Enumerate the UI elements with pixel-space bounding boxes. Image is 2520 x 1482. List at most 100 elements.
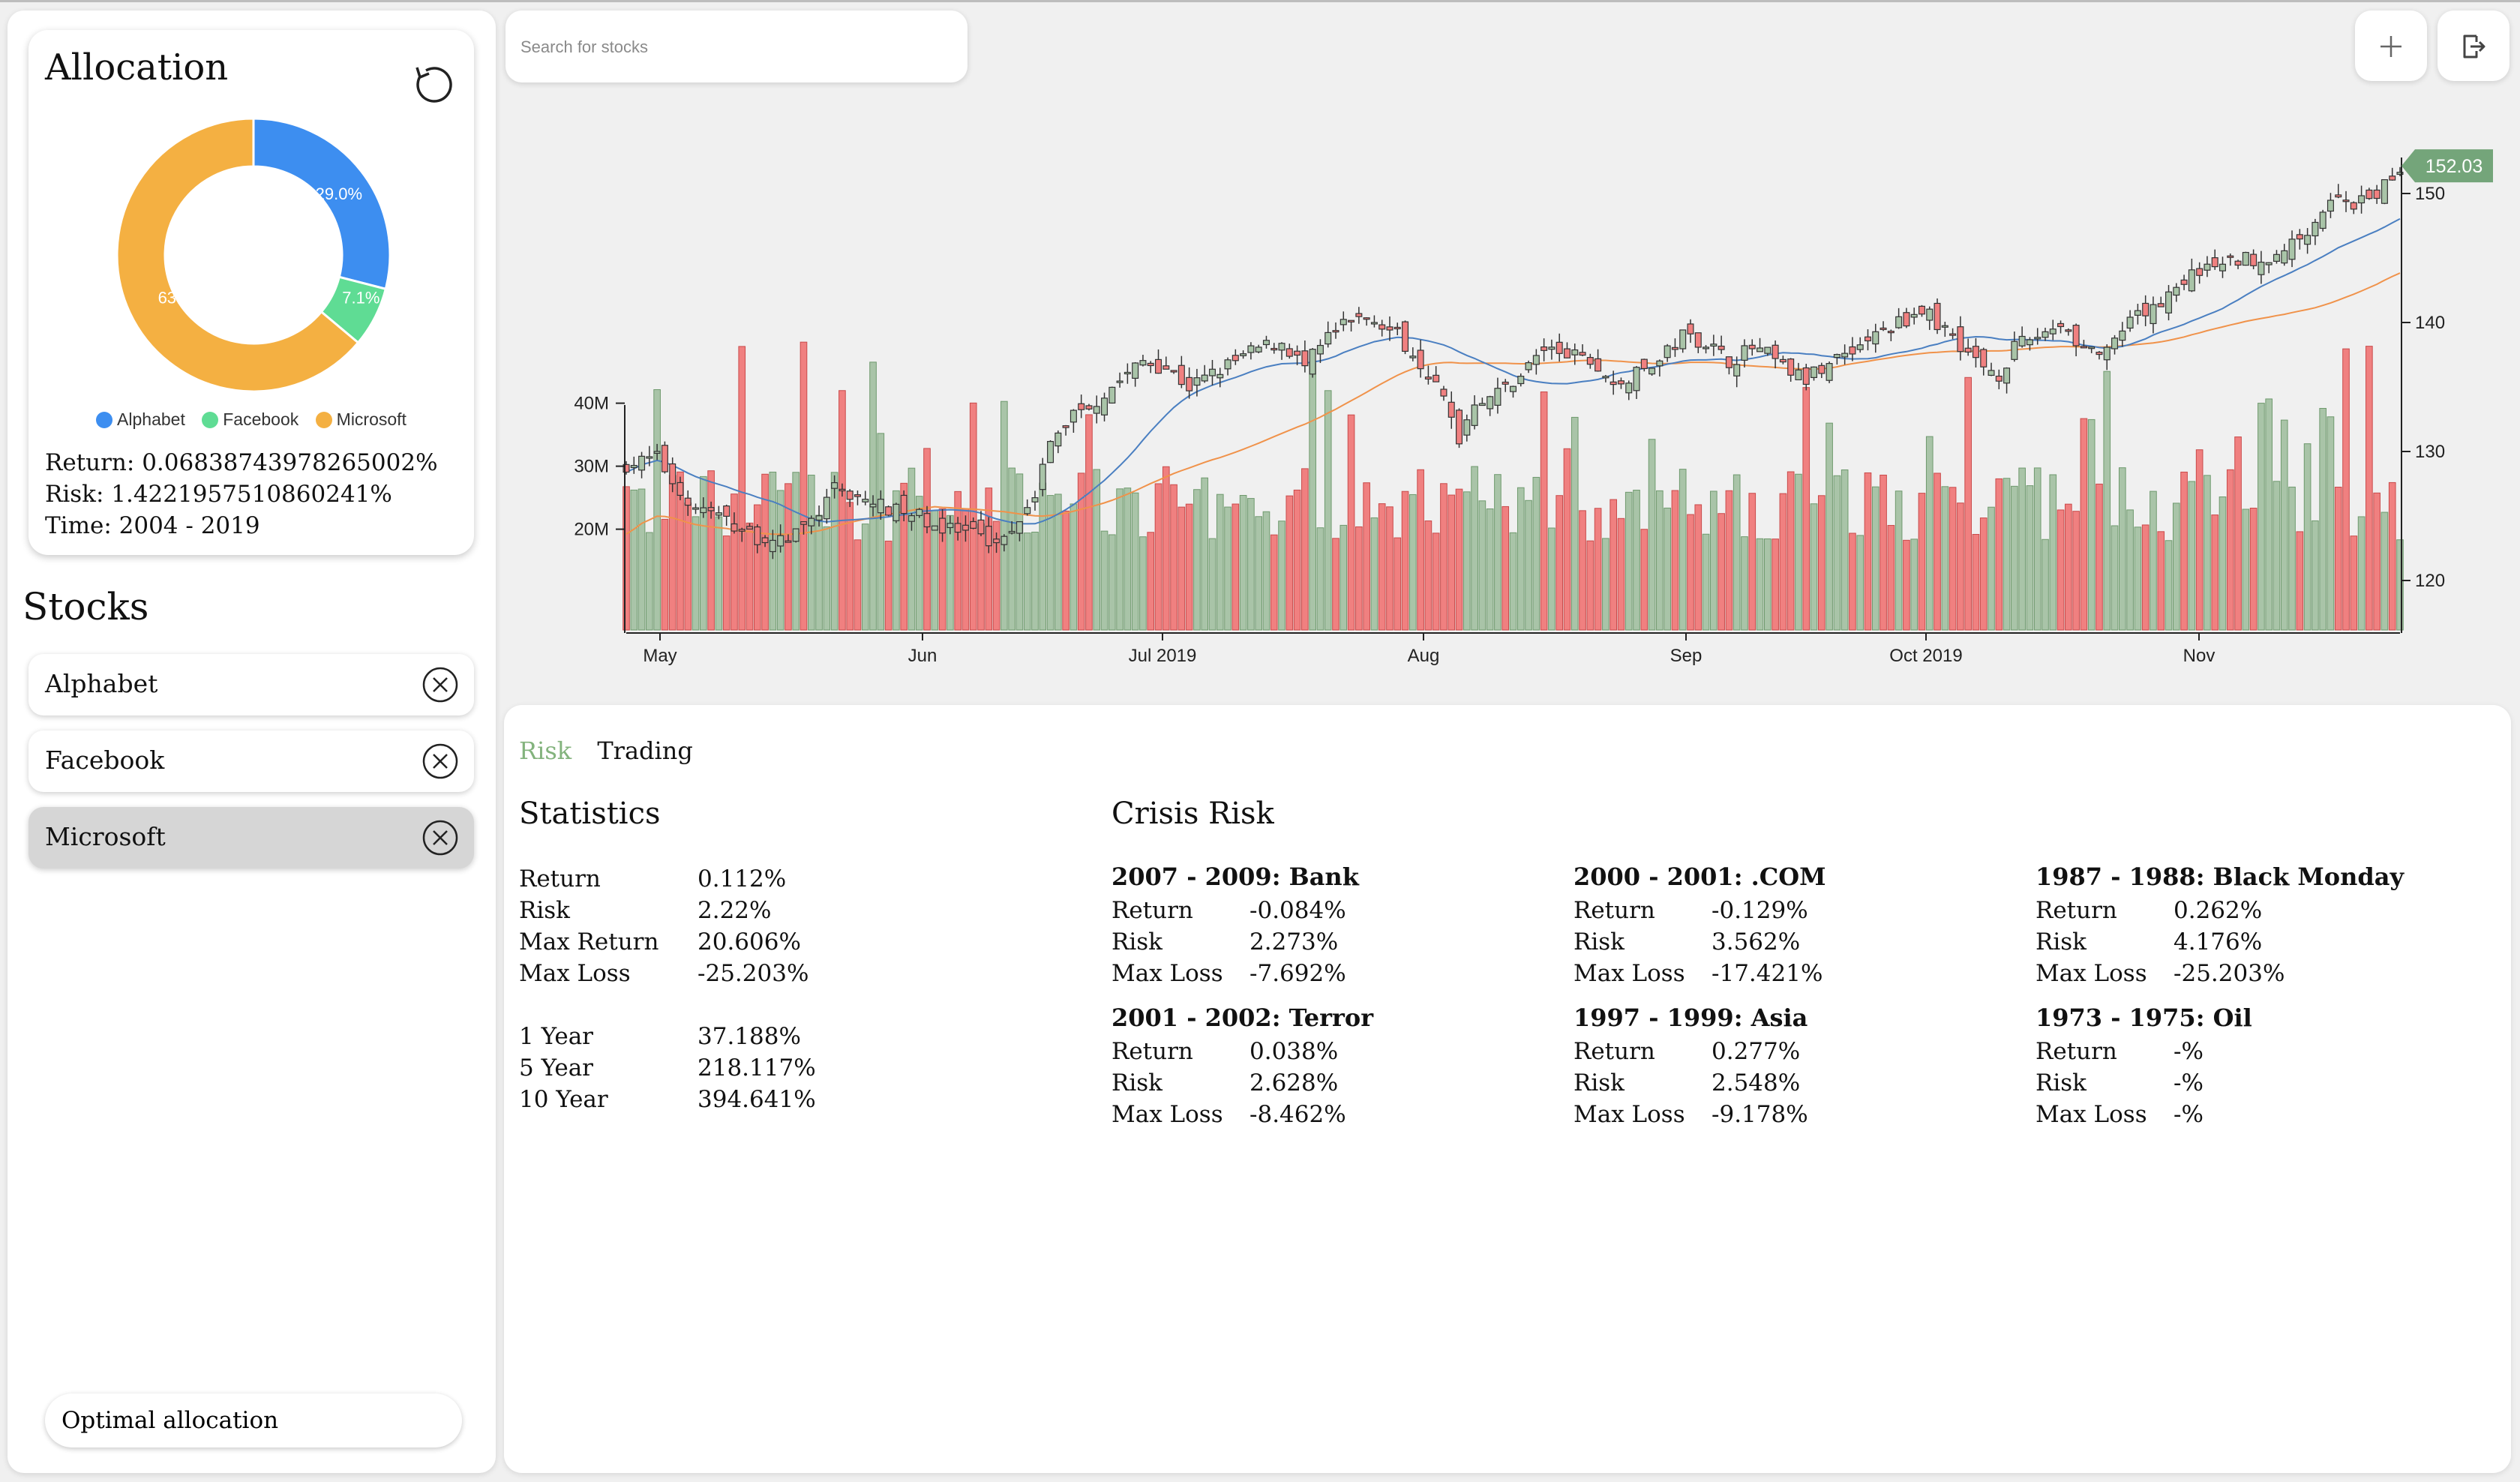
crisis-label: Risk [2036, 928, 2086, 956]
candle-body [985, 526, 992, 547]
volume-bar [2096, 483, 2103, 631]
candle-body [1502, 381, 1509, 385]
candle-body [684, 497, 692, 506]
volume-bar [2011, 485, 2018, 631]
candle-body [1008, 530, 1016, 534]
crisis-value: -7.692% [1250, 960, 1346, 987]
volume-bar [884, 540, 892, 631]
add-button[interactable] [2355, 10, 2427, 81]
stat-label: Max Loss [519, 960, 631, 987]
candle-body [1594, 358, 1602, 372]
candle-body [2250, 254, 2258, 266]
donut-slice-alphabet[interactable] [252, 117, 392, 291]
volume-bar [1016, 473, 1024, 631]
volume-bar [1826, 422, 1833, 631]
volume-bar [1602, 538, 1610, 631]
stock-item-facebook[interactable]: Facebook [28, 730, 474, 792]
refresh-icon[interactable] [410, 62, 458, 110]
legend-item-facebook: Facebook [202, 410, 298, 430]
volume-bar [1100, 530, 1108, 631]
volume-bar [1124, 488, 1132, 631]
candle-body [1232, 355, 1239, 362]
volume-bar [2042, 538, 2049, 631]
candle-body [1240, 353, 1247, 356]
candle-body [1340, 319, 1347, 326]
crisis-label: Return [1574, 897, 1655, 924]
crisis-value: 2.628% [1250, 1070, 1339, 1096]
crisis-value: 3.562% [1712, 928, 1801, 956]
candle-body [1132, 362, 1139, 379]
search-input[interactable] [519, 32, 942, 63]
candle-body [1078, 403, 1085, 410]
candle-body [1363, 317, 1370, 320]
stock-item-microsoft[interactable]: Microsoft [28, 807, 474, 868]
remove-stock-icon[interactable] [422, 666, 459, 704]
logout-icon [2463, 34, 2486, 58]
volume-bar [877, 433, 885, 631]
candle-body [1186, 376, 1193, 392]
candle-body [2265, 262, 2272, 266]
volume-bar [2366, 346, 2373, 631]
volume-bar [1070, 503, 1078, 631]
candle-body [2380, 178, 2388, 204]
crisis-title: 1997 - 1999: Asia [1574, 1004, 1808, 1032]
volume-bar [2357, 516, 2366, 631]
candle-body [1671, 346, 1678, 350]
volume-bar [1301, 468, 1309, 631]
tab-trading[interactable]: Trading [597, 736, 693, 765]
candle-body [1402, 321, 1409, 352]
remove-stock-icon[interactable] [422, 819, 459, 856]
volume-bar [1478, 500, 1486, 631]
x-tick-label: Sep [1670, 646, 1702, 666]
volume-bar [1270, 534, 1278, 631]
crisis-label: Max Loss [2036, 1101, 2147, 1128]
candle-body [1586, 357, 1594, 365]
volume-bar [1810, 503, 1818, 631]
logout-button[interactable] [2438, 10, 2510, 81]
volume-bar [1363, 482, 1370, 631]
candle-body [761, 537, 769, 544]
candle-body [1810, 366, 1818, 378]
price-tick-label: 120 [2415, 571, 2445, 591]
volume-bar [2312, 520, 2319, 631]
volume-bar [1178, 506, 1186, 631]
candle-body [707, 507, 715, 512]
candle-body [2080, 346, 2087, 349]
volume-bar [1193, 489, 1201, 631]
crisis-label: Risk [1574, 928, 1624, 956]
candle-body [700, 507, 707, 514]
stock-price-chart[interactable]: May Jun Jul 2019 Aug Sep Oct 2019 Nov 120 130 140… [510, 82, 2505, 675]
candle-body [831, 482, 838, 489]
candle-body [1694, 332, 1702, 348]
volume-bar [1563, 448, 1571, 631]
volume-bar [2180, 471, 2188, 631]
stat-label: Return [519, 866, 601, 892]
volume-bar [908, 467, 916, 631]
optimal-allocation-button[interactable]: Optimal allocation [45, 1394, 462, 1448]
candle-body [730, 523, 738, 532]
crisis-value: -9.178% [1712, 1101, 1808, 1128]
candle-body [2366, 189, 2373, 200]
crisis-value: -% [2174, 1070, 2204, 1096]
price-tick-label: 140 [2415, 313, 2445, 333]
x-tick-label: Nov [2183, 646, 2216, 666]
candle-body [862, 499, 869, 502]
volume-bar [1309, 362, 1316, 631]
stock-item-alphabet[interactable]: Alphabet [28, 654, 474, 716]
tab-bar: Risk Trading [519, 736, 711, 765]
candle-body [1178, 364, 1185, 386]
candle-body [2165, 291, 2173, 314]
volume-bar [1678, 469, 1687, 631]
remove-stock-icon[interactable] [422, 742, 459, 780]
crisis-title: 1987 - 1988: Black Monday [2036, 862, 2404, 891]
search-box[interactable] [506, 10, 968, 82]
volume-bar [2033, 467, 2042, 631]
volume-bar [1216, 494, 1224, 631]
volume-bar [2110, 525, 2119, 631]
candle-body [2296, 234, 2303, 240]
volume-bar [1925, 436, 1934, 631]
moving-average-short [626, 218, 2401, 525]
candle-body [1478, 403, 1486, 406]
tab-risk[interactable]: Risk [519, 736, 572, 765]
volume-bar [2134, 526, 2142, 631]
